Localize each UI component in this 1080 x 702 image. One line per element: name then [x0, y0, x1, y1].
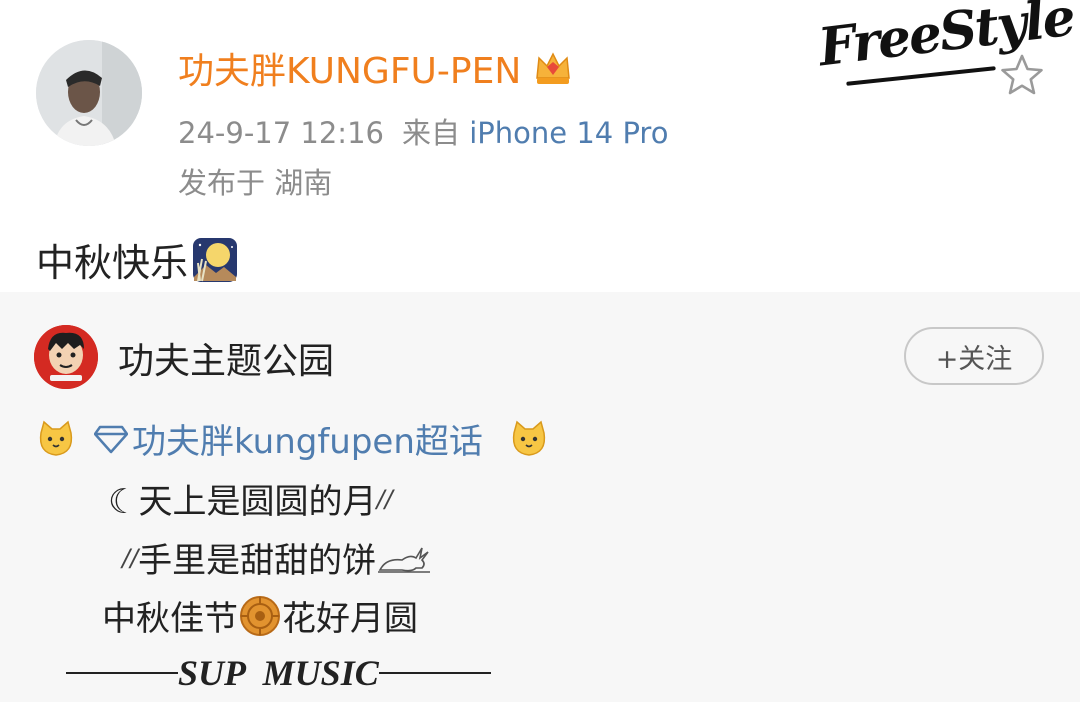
- post-text-content: 中秋快乐: [36, 241, 189, 285]
- follow-button[interactable]: +关注: [904, 327, 1044, 385]
- rabbit-icon: [376, 543, 432, 573]
- post-meta: 24-9-17 12:16 来自 iPhone 14 Pro: [178, 110, 668, 152]
- poem-line-1: ☾天上是圆圆的月 //: [108, 474, 393, 523]
- signature-line: SUP MUSIC: [66, 652, 491, 694]
- divider-right: [378, 672, 491, 674]
- moon-viewing-icon: [192, 237, 238, 283]
- star-outline-icon[interactable]: [998, 52, 1046, 98]
- poem-line-1-deco: //: [376, 484, 393, 513]
- post-location: 发布于 湖南: [178, 166, 333, 200]
- divider-left: [66, 672, 178, 674]
- mooncake-icon: [238, 594, 282, 638]
- cat-face-icon: [36, 419, 76, 459]
- crown-icon: [533, 48, 573, 88]
- signature-text: SUP MUSIC: [178, 653, 379, 693]
- poem-line-3b: 花好月圆: [282, 599, 418, 639]
- author-name[interactable]: 功夫胖KUNGFU-PEN: [178, 42, 573, 94]
- cat-face-icon: [509, 419, 549, 459]
- post-timestamp: 24-9-17 12:16: [178, 116, 384, 150]
- device-link[interactable]: iPhone 14 Pro: [469, 116, 668, 150]
- topic-link[interactable]: 功夫胖kungfupen超话: [94, 414, 483, 463]
- poem-line-2-text: 手里是甜甜的饼: [138, 541, 377, 581]
- poem-line-2-deco: //: [122, 543, 139, 572]
- topic-line: 功夫胖kungfupen超话: [36, 414, 549, 463]
- source-prefix: 来自: [401, 116, 460, 150]
- diamond-icon: [94, 425, 128, 453]
- author-avatar[interactable]: [36, 40, 142, 146]
- poem-line-1-text: ☾天上是圆圆的月: [108, 482, 377, 522]
- poem-line-2: // 手里是甜甜的饼: [122, 533, 432, 582]
- topic-label[interactable]: 功夫胖kungfupen超话: [132, 414, 483, 463]
- poem-line-3a: 中秋佳节: [102, 599, 238, 639]
- post-text: 中秋快乐: [36, 232, 238, 287]
- weibo-post-page: 功夫胖KUNGFU-PEN 24-9-17 12:16 来自 iPhone 14 …: [0, 0, 1080, 702]
- author-name-text[interactable]: 功夫胖KUNGFU-PEN: [178, 42, 521, 94]
- poem-line-3: 中秋佳节 花好月圆: [102, 591, 418, 640]
- repost-author-name[interactable]: 功夫主题公园: [118, 332, 334, 384]
- repost-author-avatar[interactable]: [34, 325, 98, 389]
